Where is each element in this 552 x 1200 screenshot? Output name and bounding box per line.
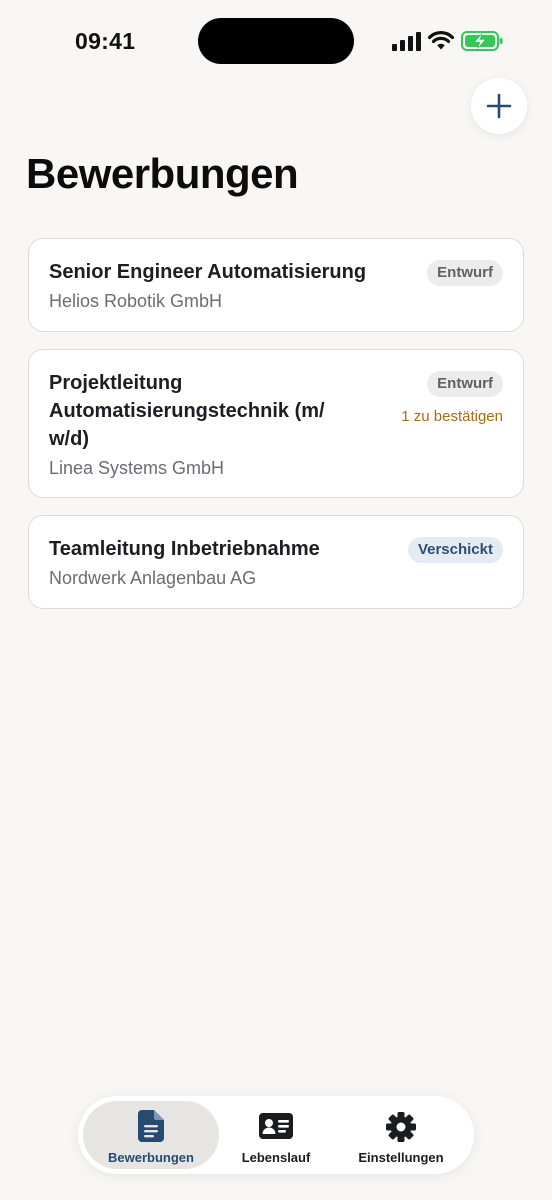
wifi-icon: [428, 31, 454, 50]
page-title: Bewerbungen: [26, 150, 299, 197]
gear-icon: [386, 1112, 416, 1142]
cellular-signal-icon: [392, 32, 421, 51]
application-card[interactable]: Teamleitung Inbetriebnahme Nordwerk Anla…: [28, 515, 524, 609]
tab-einstellungen[interactable]: Einstellungen: [340, 1101, 462, 1169]
tab-bewerbungen[interactable]: Bewerbungen: [83, 1101, 219, 1169]
application-title-line: Automatisierungstechnik (m/: [49, 400, 325, 422]
pending-confirmation-label: 1 zu bestätigen: [401, 408, 503, 425]
application-company: Nordwerk Anlagenbau AG: [49, 568, 257, 588]
tab-lebenslauf[interactable]: Lebenslauf: [224, 1101, 328, 1169]
application-title: Teamleitung Inbetriebnahme: [49, 538, 320, 560]
tab-bar: Bewerbungen Lebenslauf Einstellungen: [78, 1096, 474, 1174]
application-card[interactable]: Projektleitung Automatisierungstechnik (…: [28, 349, 524, 498]
add-application-button[interactable]: [471, 78, 527, 134]
status-badge: Verschickt: [407, 537, 503, 563]
application-title-line: w/d): [49, 428, 89, 450]
tab-label: Einstellungen: [358, 1150, 444, 1165]
tab-label: Bewerbungen: [108, 1150, 194, 1165]
status-badge: Entwurf: [427, 371, 503, 397]
battery-charging-icon: [461, 31, 503, 51]
status-bar: 09:41: [0, 0, 552, 80]
tab-label: Lebenslauf: [241, 1150, 311, 1165]
plus-icon: [486, 93, 512, 119]
application-company: Helios Robotik GmbH: [49, 291, 223, 311]
document-icon: [138, 1110, 164, 1142]
id-card-icon: [259, 1113, 293, 1139]
status-time: 09:41: [75, 28, 136, 54]
application-card[interactable]: Senior Engineer Automatisierung Helios R…: [28, 238, 524, 332]
application-title-line: Projektleitung: [49, 372, 183, 394]
application-title: Senior Engineer Automatisierung: [49, 261, 367, 283]
dynamic-island: [198, 18, 354, 64]
status-badge: Entwurf: [427, 260, 503, 286]
application-company: Linea Systems GmbH: [49, 458, 225, 478]
